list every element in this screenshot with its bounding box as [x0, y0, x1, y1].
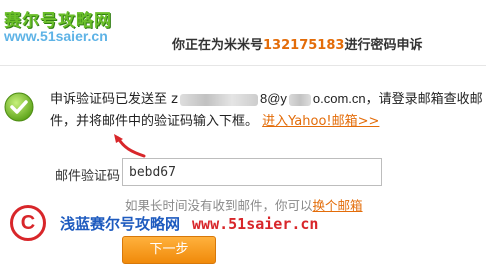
- message-text: 申诉验证码已发送至 z: [50, 92, 178, 107]
- next-step-button[interactable]: 下一步: [122, 236, 216, 264]
- pointer-arrow-icon: [114, 134, 146, 158]
- page-title: 你正在为米米号132175183进行密码申诉: [172, 34, 422, 53]
- email-fragment: 8@y: [259, 91, 287, 106]
- email-domain: o.com.cn: [312, 91, 366, 106]
- mimi-number: 132175183: [263, 38, 345, 53]
- title-suffix: 进行密码申诉: [344, 38, 423, 53]
- copyright-icon: C: [10, 205, 46, 241]
- email-code-input[interactable]: [122, 158, 382, 186]
- site-logo: 赛尔号攻略网 www.51saier.cn: [4, 6, 154, 44]
- hint-text: 如果长时间没有收到邮件，你可以换个邮箱: [125, 195, 363, 214]
- redacted-email-part: [179, 93, 258, 106]
- watermark-text: 浅蓝赛尔号攻略网: [60, 215, 181, 233]
- watermark-url: www.51saier.cn: [192, 215, 319, 233]
- logo-url: www.51saier.cn: [4, 28, 108, 44]
- redacted-email-part: [288, 93, 311, 106]
- watermark: 浅蓝赛尔号攻略网 www.51saier.cn: [60, 213, 318, 234]
- hint-message: 如果长时间没有收到邮件，你可以: [125, 198, 313, 213]
- change-email-link[interactable]: 换个邮箱: [313, 198, 363, 213]
- success-check-icon: [4, 92, 34, 122]
- title-prefix: 你正在为米米号: [172, 38, 264, 53]
- yahoo-mail-link[interactable]: 进入Yahoo!邮箱>>: [262, 114, 379, 129]
- divider: [0, 65, 486, 66]
- sent-message: 申诉验证码已发送至 z 8@y o.com.cn，请登录邮箱查收邮件，并将邮件中的验…: [50, 88, 486, 133]
